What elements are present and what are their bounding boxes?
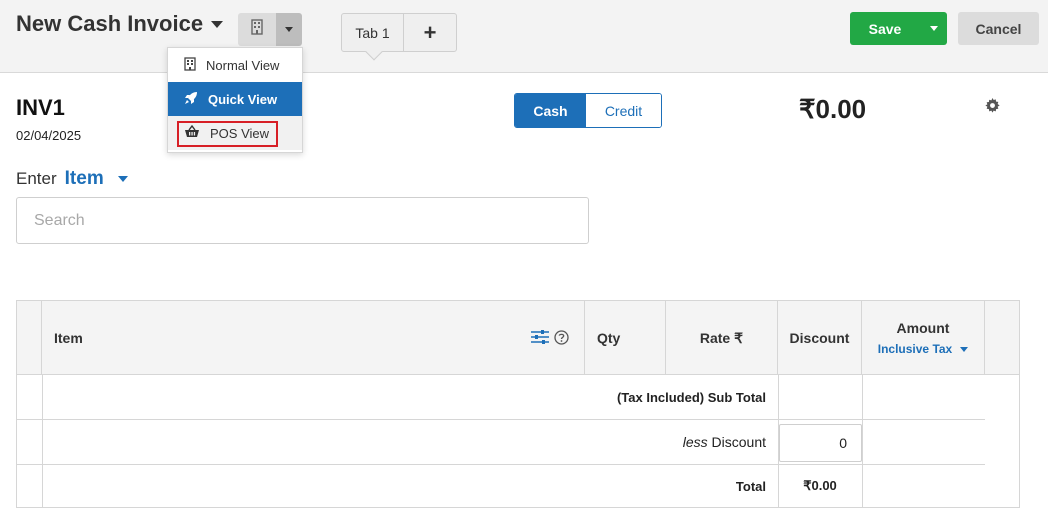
credit-mode-button[interactable]: Credit	[586, 94, 661, 127]
items-table: Item Qty Rate ₹ Discount Amount Inclusiv…	[16, 300, 1020, 508]
chevron-down-icon	[117, 176, 128, 182]
rocket-icon	[184, 91, 198, 108]
discount-row-label: less Discount	[43, 420, 766, 464]
menu-item-normal-view[interactable]: Normal View	[168, 48, 302, 82]
entry-mode-label: Item	[64, 168, 104, 189]
item-column-label: Item	[54, 330, 83, 346]
building-icon	[250, 19, 264, 40]
cancel-button[interactable]: Cancel	[958, 12, 1039, 45]
amount-column-label: Amount	[896, 320, 950, 336]
payment-mode-toggle: Cash Credit	[514, 93, 662, 128]
discount-column-header: Discount	[778, 301, 862, 375]
invoice-total: ₹0.00	[799, 94, 867, 124]
discount-column-label: Discount	[789, 330, 850, 346]
top-bar: New Cash Invoice Tab 1 + Save Cancel	[0, 0, 1048, 73]
column-settings-icon[interactable]	[531, 330, 549, 347]
view-mode-menu: Normal View Quick View POS View	[167, 47, 303, 153]
page-title: New Cash Invoice	[16, 11, 204, 36]
tab-1[interactable]: Tab 1	[342, 14, 404, 61]
amount-column-header: Amount Inclusive Tax	[862, 301, 985, 375]
discount-prefix: less	[682, 434, 708, 450]
chevron-down-icon	[960, 346, 969, 352]
qty-column-header: Qty	[585, 301, 666, 375]
table-header: Item Qty Rate ₹ Discount Amount Inclusiv…	[17, 301, 1019, 375]
chevron-down-icon	[211, 20, 224, 28]
search-input[interactable]	[16, 197, 589, 244]
subtotal-label: (Tax Included) Sub Total	[616, 390, 766, 405]
row-handle-header	[17, 301, 42, 375]
save-options-toggle[interactable]	[920, 12, 947, 45]
page-title-dropdown[interactable]: New Cash Invoice	[16, 11, 224, 37]
discount-label: Discount	[711, 434, 766, 450]
save-button-group: Save	[850, 12, 947, 45]
column-divider	[862, 375, 863, 507]
rate-column-header: Rate ₹	[666, 301, 778, 375]
item-column-header: Item	[42, 301, 585, 375]
building-icon	[184, 56, 196, 74]
view-mode-button[interactable]	[238, 13, 276, 46]
menu-item-label: Quick View	[208, 91, 278, 107]
add-tab-button[interactable]: +	[404, 14, 456, 51]
save-button[interactable]: Save	[850, 12, 920, 45]
gear-icon[interactable]	[985, 98, 1000, 118]
tab-label: Tab 1	[355, 24, 390, 41]
invoice-date[interactable]: 02/04/2025	[16, 128, 81, 143]
menu-item-label: Normal View	[206, 57, 280, 73]
cash-mode-button[interactable]: Cash	[515, 94, 586, 127]
discount-input[interactable]	[779, 424, 862, 462]
entry-mode-selector[interactable]: Enter Item	[16, 168, 128, 190]
total-value: ₹0.00	[803, 478, 837, 493]
tab-pointer	[365, 43, 383, 61]
invoice-tabs: Tab 1 +	[341, 13, 457, 61]
rate-column-label: Rate ₹	[699, 329, 743, 346]
help-icon[interactable]	[554, 330, 569, 348]
chevron-down-icon	[929, 26, 938, 31]
menu-item-quick-view[interactable]: Quick View	[168, 82, 302, 116]
invoice-number: INV1	[16, 95, 65, 120]
tax-mode-selector[interactable]: Inclusive Tax	[877, 342, 969, 356]
tax-mode-label: Inclusive Tax	[877, 342, 953, 356]
plus-icon: +	[423, 19, 437, 45]
entry-prefix: Enter	[16, 169, 57, 188]
highlight-box	[177, 121, 278, 147]
view-mode-dropdown-toggle[interactable]	[276, 13, 302, 46]
qty-column-label: Qty	[597, 330, 621, 346]
chevron-down-icon	[285, 27, 293, 32]
total-label: Total	[735, 478, 766, 494]
